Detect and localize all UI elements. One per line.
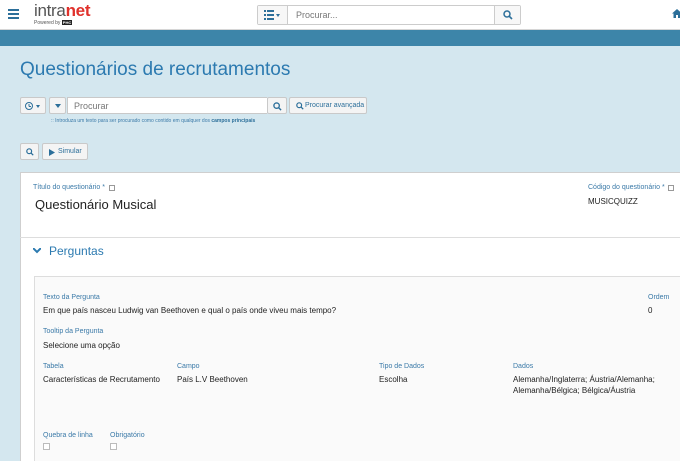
search-scope-dropdown[interactable] [258, 6, 288, 24]
search-input[interactable]: Procurar [67, 97, 267, 114]
search-icon [503, 10, 513, 20]
order-value[interactable]: 0 [648, 306, 652, 315]
zoom-button[interactable] [20, 143, 39, 160]
filter-dropdown-button[interactable] [49, 97, 66, 114]
powered-by-text: Powered by [34, 20, 61, 26]
logo-text-part2: net [65, 1, 91, 20]
title-label: Título do questionário * [33, 184, 105, 191]
home-icon[interactable] [672, 9, 680, 18]
field-label: Campo [177, 363, 200, 370]
global-search-input[interactable]: Procurar... [296, 10, 338, 20]
question-text-value[interactable]: Em que país nasceu Ludwig van Beethoven … [43, 306, 336, 315]
question-text-label: Texto da Pergunta [43, 294, 100, 301]
data-type-label: Tipo de Dados [379, 363, 425, 370]
list-icon [264, 10, 280, 20]
data-label: Dados [513, 363, 534, 370]
section-divider [20, 237, 680, 238]
expand-icon[interactable] [668, 185, 674, 191]
code-label: Código do questionário * [588, 184, 665, 191]
chevron-down-icon[interactable] [33, 248, 41, 254]
search-hint-text: :: Introduza um texto para ser procurado… [51, 118, 212, 124]
field-value[interactable]: País L.V Beethoven [177, 375, 248, 384]
questions-section-title[interactable]: Perguntas [49, 244, 104, 258]
order-label: Ordem [648, 294, 670, 301]
data-value-line2[interactable]: Alemanha/Bélgica; Bélgica/Áustria [513, 386, 635, 395]
global-search: Procurar... [257, 5, 521, 25]
search-icon [273, 102, 282, 111]
search-icon [26, 148, 34, 156]
logo-text-part1: intra [34, 1, 66, 20]
required-checkbox[interactable] [110, 443, 117, 450]
play-icon [49, 149, 55, 156]
data-type-value[interactable]: Escolha [379, 375, 407, 384]
tooltip-label: Tooltip da Pergunta [43, 328, 104, 335]
powered-by-brand: PHC [61, 20, 73, 25]
title-value[interactable]: Questionário Musical [35, 197, 156, 212]
header-stripe [0, 30, 680, 46]
global-search-button[interactable] [494, 6, 520, 24]
view-options-button[interactable] [20, 97, 46, 114]
search-hint-bold: campos principais [211, 118, 256, 124]
line-break-label: Quebra de linha [43, 432, 93, 439]
page-title: Questionários de recrutamentos [20, 59, 291, 80]
caret-down-icon [55, 104, 61, 108]
zoom-icon [296, 102, 304, 110]
app-logo[interactable]: intranet Powered by PHC [34, 2, 90, 26]
tooltip-value[interactable]: Selecione uma opção [43, 341, 120, 350]
expand-icon[interactable] [109, 185, 115, 191]
advanced-search-button[interactable]: Procurar avançada [289, 97, 367, 114]
code-value[interactable]: MUSICQUIZZ [588, 197, 638, 206]
table-value[interactable]: Características de Recrutamento [43, 375, 160, 384]
hamburger-menu-icon[interactable] [8, 9, 19, 20]
search-hint: :: Introduza um texto para ser procurado… [51, 118, 255, 124]
simulate-label: Simular [58, 148, 82, 155]
clock-dropdown-icon [25, 102, 40, 110]
advanced-search-label: Procurar avançada [305, 102, 365, 109]
required-label: Obrigatório [110, 432, 145, 439]
search-button[interactable] [267, 97, 287, 114]
table-label: Tabela [43, 363, 64, 370]
search-placeholder: Procurar [74, 101, 109, 111]
line-break-checkbox[interactable] [43, 443, 50, 450]
data-value-line1[interactable]: Alemanha/Inglaterra; Áustria/Alemanha; [513, 375, 655, 384]
top-bar: intranet Powered by PHC Procurar... [0, 0, 680, 30]
simulate-button[interactable]: Simular [42, 143, 88, 160]
